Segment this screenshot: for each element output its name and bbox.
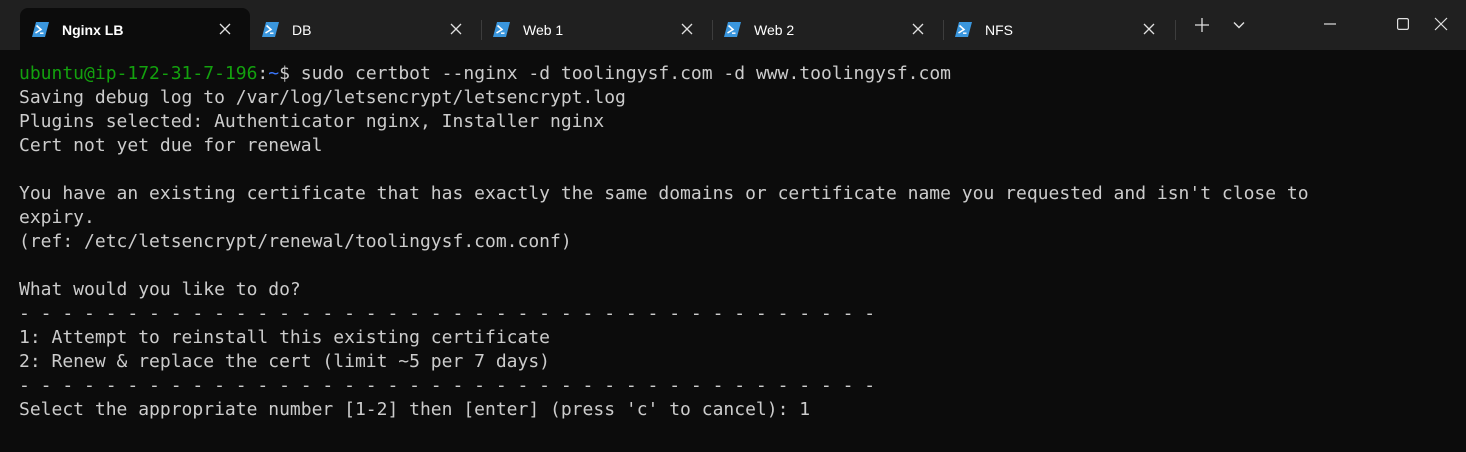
powershell-icon xyxy=(724,22,741,37)
powershell-icon xyxy=(955,22,972,37)
tab-db[interactable]: DB xyxy=(250,8,481,50)
powershell-icon xyxy=(262,22,279,37)
close-tab-icon[interactable] xyxy=(1142,22,1156,36)
powershell-icon xyxy=(32,22,49,37)
tab-label: Web 2 xyxy=(754,22,795,38)
close-tab-icon[interactable] xyxy=(911,22,925,36)
prompt-symbol: $ xyxy=(279,63,301,84)
output-line: expiry. xyxy=(19,207,95,228)
output-line: What would you like to do? xyxy=(19,279,301,300)
prompt-command: sudo certbot --nginx -d toolingysf.com -… xyxy=(300,63,952,84)
tab-label: DB xyxy=(292,22,312,38)
command-line: ubuntu@ip-172-31-7-196:~$ sudo certbot -… xyxy=(19,62,1466,86)
maximize-icon xyxy=(1397,18,1409,30)
close-window-button[interactable] xyxy=(1416,0,1466,48)
chevron-down-icon xyxy=(1233,22,1245,29)
powershell-icon xyxy=(493,22,510,37)
tab-web-2[interactable]: Web 2 xyxy=(712,8,943,50)
prompt-colon: : xyxy=(257,63,269,84)
minimize-button[interactable] xyxy=(1305,0,1355,48)
tab-divider xyxy=(1175,20,1176,40)
tab-nginx-lb[interactable]: Nginx LB xyxy=(20,8,250,50)
close-tab-icon[interactable] xyxy=(680,22,694,36)
new-tab-button[interactable] xyxy=(1182,0,1222,50)
output-line: Saving debug log to /var/log/letsencrypt… xyxy=(19,87,626,108)
output-line: Plugins selected: Authenticator nginx, I… xyxy=(19,111,605,132)
terminal-window: Nginx LB DB Web 1 Web 2 NFS ubuntu@ip-17… xyxy=(0,0,1466,452)
output-line: (ref: /etc/letsencrypt/renewal/toolingys… xyxy=(19,231,572,252)
separator-line: - - - - - - - - - - - - - - - - - - - - … xyxy=(19,303,876,324)
output-line: You have an existing certificate that ha… xyxy=(19,183,1309,204)
tab-bar: Nginx LB DB Web 1 Web 2 NFS xyxy=(0,0,1466,50)
tab-web-1[interactable]: Web 1 xyxy=(481,8,712,50)
output-line: Cert not yet due for renewal xyxy=(19,135,323,156)
minimize-icon xyxy=(1324,23,1336,25)
prompt-path: ~ xyxy=(268,63,280,84)
menu-option-1: 1: Attempt to reinstall this existing ce… xyxy=(19,327,551,348)
tab-label: NFS xyxy=(985,22,1013,38)
menu-option-2: 2: Renew & replace the cert (limit ~5 pe… xyxy=(19,351,551,372)
tab-label: Web 1 xyxy=(523,22,564,38)
tab-nfs[interactable]: NFS xyxy=(943,8,1174,50)
close-tab-icon[interactable] xyxy=(218,22,232,36)
input-prompt-line: Select the appropriate number [1-2] then… xyxy=(19,399,811,420)
tab-dropdown-button[interactable] xyxy=(1222,0,1256,50)
close-tab-icon[interactable] xyxy=(449,22,463,36)
tab-label: Nginx LB xyxy=(62,22,124,38)
prompt-user-host: ubuntu@ip-172-31-7-196 xyxy=(19,63,258,84)
terminal-output[interactable]: ubuntu@ip-172-31-7-196:~$ sudo certbot -… xyxy=(0,50,1466,452)
close-icon xyxy=(1434,17,1448,31)
separator-line: - - - - - - - - - - - - - - - - - - - - … xyxy=(19,375,876,396)
plus-icon xyxy=(1195,18,1209,32)
